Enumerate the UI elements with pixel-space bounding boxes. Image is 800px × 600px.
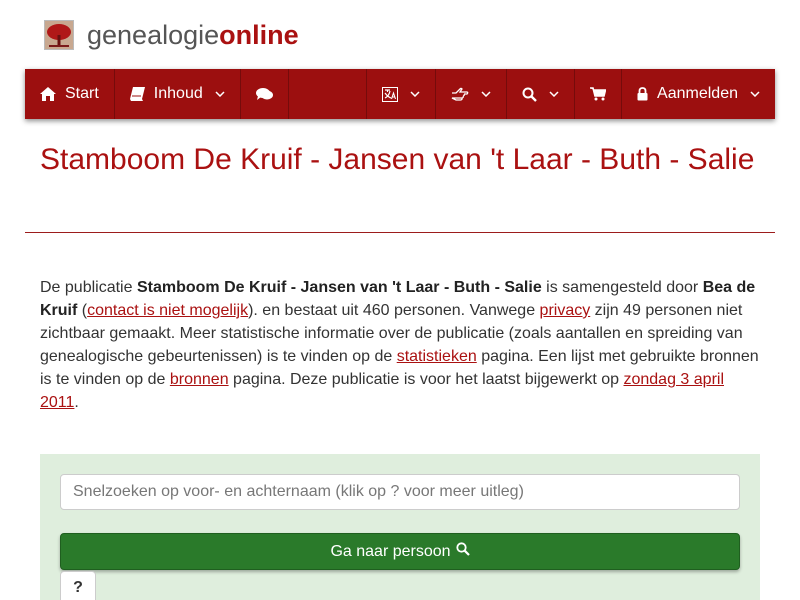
chevron-down-icon bbox=[410, 91, 420, 97]
home-icon bbox=[40, 87, 56, 101]
language-icon bbox=[382, 86, 399, 102]
intro-text: De publicatie bbox=[40, 279, 137, 296]
nav-start-label: Start bbox=[65, 85, 99, 102]
contact-link[interactable]: contact is niet mogelijk bbox=[87, 302, 248, 319]
sources-link[interactable]: bronnen bbox=[170, 371, 229, 388]
book-icon bbox=[129, 87, 145, 101]
shopping-cart-icon bbox=[590, 87, 607, 101]
chevron-down-icon bbox=[750, 91, 760, 97]
search-icon bbox=[522, 87, 537, 102]
logo-text-online: online bbox=[219, 20, 299, 50]
chevron-down-icon bbox=[215, 91, 225, 97]
chevron-down-icon bbox=[549, 91, 559, 97]
nav-inhoud[interactable]: Inhoud bbox=[115, 69, 241, 119]
quick-search-panel: Ga naar persoon ? bbox=[40, 454, 760, 600]
go-to-person-button[interactable]: Ga naar persoon bbox=[60, 533, 740, 570]
nav-spacer bbox=[289, 69, 368, 119]
lock-icon bbox=[637, 87, 648, 101]
page-title: Stamboom De Kruif - Jansen van 't Laar -… bbox=[40, 143, 755, 176]
nav-language[interactable] bbox=[367, 69, 437, 119]
quick-search-input[interactable] bbox=[60, 474, 740, 510]
intro-text: is samengesteld door bbox=[541, 279, 703, 296]
nav-share[interactable] bbox=[436, 69, 508, 119]
title-divider bbox=[25, 232, 775, 233]
search-icon bbox=[451, 542, 470, 561]
nav-forum[interactable] bbox=[241, 69, 289, 119]
nav-search[interactable] bbox=[507, 69, 576, 119]
nav-login-label: Aanmelden bbox=[657, 85, 738, 102]
logo-text-genealogie: genealogie bbox=[87, 20, 220, 50]
nav-cart[interactable] bbox=[575, 69, 623, 119]
chevron-down-icon bbox=[481, 91, 491, 97]
site-logo[interactable]: genealogieonline bbox=[44, 20, 299, 50]
nav-start[interactable]: Start bbox=[25, 69, 115, 119]
main-navbar: Start Inhoud Aanmelden bbox=[25, 69, 775, 119]
nav-inhoud-label: Inhoud bbox=[153, 85, 203, 102]
search-help-button[interactable]: ? bbox=[60, 571, 96, 600]
intro-text: . bbox=[74, 394, 79, 411]
publication-name: Stamboom De Kruif - Jansen van 't Laar -… bbox=[136, 279, 542, 296]
go-to-person-label: Ga naar persoon bbox=[330, 542, 451, 560]
nav-login[interactable]: Aanmelden bbox=[622, 69, 775, 119]
intro-text: ). en bestaat uit 460 personen. Vanwege bbox=[248, 302, 540, 319]
intro-text: ( bbox=[77, 302, 88, 319]
hand-pointer-icon bbox=[451, 87, 469, 101]
statistics-link[interactable]: statistieken bbox=[397, 348, 477, 365]
publication-description: De publicatie Stamboom De Kruif - Jansen… bbox=[40, 276, 762, 414]
tree-logo-icon bbox=[44, 20, 74, 50]
comments-icon bbox=[255, 87, 273, 101]
privacy-link[interactable]: privacy bbox=[540, 302, 591, 319]
logo-text: genealogieonline bbox=[87, 20, 299, 50]
intro-text: pagina. Deze publicatie is voor het laat… bbox=[228, 371, 624, 388]
